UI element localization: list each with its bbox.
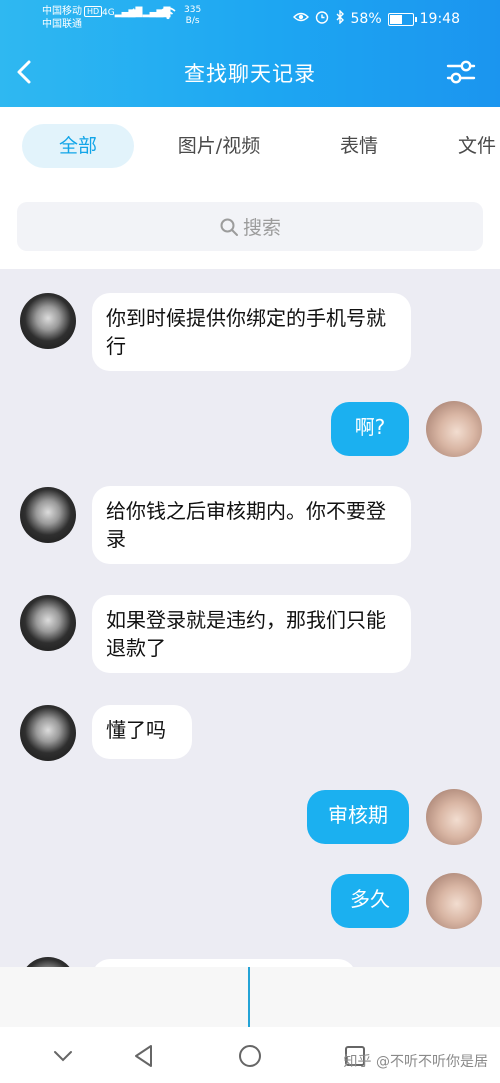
title-bar: 查找聊天记录	[0, 38, 500, 107]
app-header: 中国移动 HD 中国联通 4G▂▄▆█ 4G▂▄▆█ 335 B/s 58% 19…	[0, 0, 500, 107]
search-placeholder: 搜索	[242, 217, 281, 239]
message-bubble-outgoing[interactable]: 啊?	[331, 402, 409, 456]
chat-list: 你到时候提供你绑定的手机号就行 啊? 给你钱之后审核期内。你不要登录 如果登录就…	[0, 269, 500, 967]
avatar[interactable]	[20, 957, 76, 967]
clock: 19:48	[419, 11, 460, 27]
carrier-info: 中国移动 HD 中国联通	[42, 5, 103, 31]
back-triangle-icon	[135, 1045, 152, 1067]
text-cursor	[248, 967, 250, 1027]
home-circle-icon	[239, 1045, 261, 1067]
tab-files[interactable]: 文件	[440, 124, 500, 168]
avatar[interactable]	[20, 705, 76, 761]
bluetooth-icon	[335, 9, 345, 28]
avatar[interactable]	[426, 789, 482, 845]
system-nav-bar: 知乎 @不听不听你是居	[0, 1027, 500, 1083]
message-bubble-incoming[interactable]: 你到时候提供你绑定的手机号就行	[92, 293, 411, 371]
battery-percent: 58%	[350, 11, 382, 27]
message-bubble-incoming[interactable]	[92, 959, 356, 967]
sliders-icon	[446, 60, 476, 84]
alarm-icon	[315, 10, 329, 28]
search-area: 搜索	[0, 185, 500, 269]
avatar[interactable]	[20, 595, 76, 651]
status-right: 58% 19:48	[292, 9, 460, 28]
tab-images-videos[interactable]: 图片/视频	[160, 124, 278, 168]
filter-button[interactable]	[444, 55, 478, 89]
search-input[interactable]: 搜索	[17, 202, 483, 251]
status-bar: 中国移动 HD 中国联通 4G▂▄▆█ 4G▂▄▆█ 335 B/s 58% 19…	[0, 0, 500, 38]
message-bubble-incoming[interactable]: 如果登录就是违约，那我们只能退款了	[92, 595, 411, 673]
tab-all[interactable]: 全部	[22, 124, 134, 168]
nav-home-button[interactable]	[235, 1041, 265, 1071]
message-bubble-outgoing[interactable]: 多久	[331, 874, 409, 928]
eye-icon	[292, 11, 309, 27]
tab-stickers[interactable]: 表情	[322, 124, 396, 168]
hd-badge: HD	[84, 6, 103, 17]
battery-icon	[387, 12, 417, 26]
filter-tabs: 全部 图片/视频 表情 文件	[0, 107, 500, 185]
chevron-down-icon	[54, 1051, 72, 1062]
watermark: 知乎 @不听不听你是居	[343, 1054, 488, 1070]
carrier-1: 中国移动	[42, 6, 82, 17]
page-title: 查找聊天记录	[184, 62, 316, 86]
avatar[interactable]	[20, 293, 76, 349]
nav-back-button[interactable]	[129, 1041, 159, 1071]
network-speed: 335 B/s	[184, 5, 202, 26]
wifi-icon	[160, 6, 176, 23]
message-bubble-outgoing[interactable]: 审核期	[307, 790, 409, 844]
message-bubble-incoming[interactable]: 给你钱之后审核期内。你不要登录	[92, 486, 411, 564]
message-bubble-incoming[interactable]: 懂了吗	[92, 705, 192, 759]
avatar[interactable]	[426, 401, 482, 457]
hide-keyboard-button[interactable]	[48, 1041, 78, 1071]
input-area[interactable]	[0, 967, 500, 1027]
search-icon	[220, 218, 238, 236]
avatar[interactable]	[426, 873, 482, 929]
avatar[interactable]	[20, 487, 76, 543]
carrier-2: 中国联通	[42, 19, 82, 30]
